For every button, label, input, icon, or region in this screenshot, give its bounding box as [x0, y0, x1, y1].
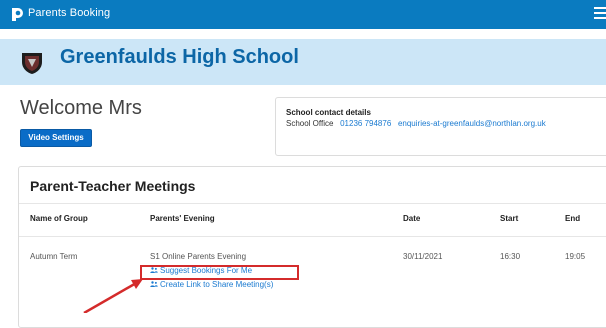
annotation-arrow-icon: [83, 279, 143, 313]
